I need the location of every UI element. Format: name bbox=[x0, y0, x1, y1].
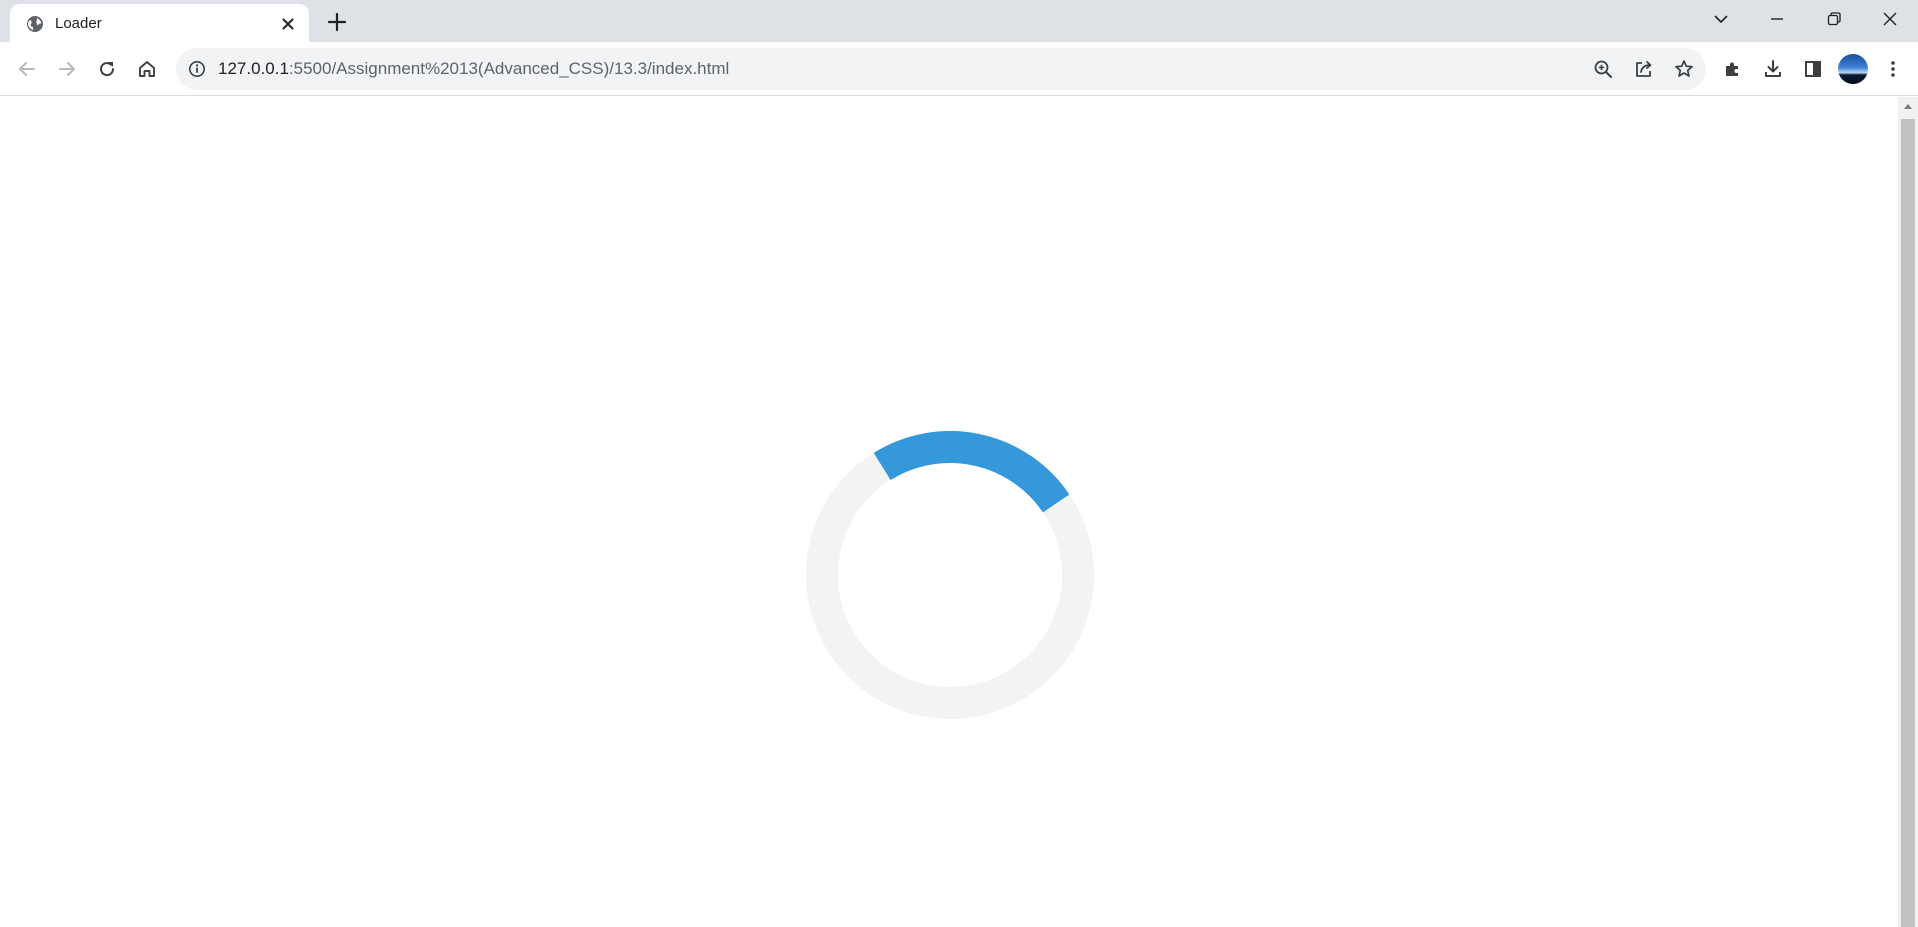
kebab-menu-icon[interactable] bbox=[1879, 55, 1907, 83]
zoom-in-icon[interactable] bbox=[1592, 58, 1614, 80]
page-viewport bbox=[0, 97, 1898, 927]
forward-button[interactable] bbox=[53, 55, 81, 83]
close-tab-icon[interactable] bbox=[277, 13, 299, 35]
download-icon[interactable] bbox=[1759, 55, 1787, 83]
puzzle-icon[interactable] bbox=[1719, 55, 1747, 83]
spinner-arc bbox=[873, 431, 1070, 513]
back-button[interactable] bbox=[13, 55, 41, 83]
restore-icon[interactable] bbox=[1806, 0, 1862, 38]
url-text: 127.0.0.1:5500/Assignment%2013(Advanced_… bbox=[218, 59, 729, 79]
profile-avatar[interactable] bbox=[1838, 54, 1868, 84]
reload-icon bbox=[100, 62, 115, 77]
tab-search-chevron-icon[interactable] bbox=[1693, 0, 1749, 38]
url-path: :5500/Assignment%2013(Advanced_CSS)/13.3… bbox=[288, 59, 730, 78]
new-tab-icon[interactable] bbox=[324, 9, 350, 35]
minimize-icon[interactable] bbox=[1749, 0, 1805, 38]
address-bar[interactable]: 127.0.0.1:5500/Assignment%2013(Advanced_… bbox=[176, 48, 1706, 90]
browser-toolbar: 127.0.0.1:5500/Assignment%2013(Advanced_… bbox=[0, 42, 1918, 96]
home-icon bbox=[139, 61, 155, 77]
loading-spinner bbox=[806, 431, 1094, 719]
tab-title: Loader bbox=[55, 15, 102, 32]
tab-strip: Loader bbox=[0, 0, 1918, 42]
reload-button[interactable] bbox=[93, 55, 121, 83]
globe-icon bbox=[26, 15, 44, 33]
side-panel-icon[interactable] bbox=[1799, 55, 1827, 83]
scrollbar-thumb[interactable] bbox=[1901, 119, 1915, 927]
arrow-right-icon bbox=[59, 62, 75, 76]
info-icon[interactable] bbox=[188, 60, 206, 78]
home-button[interactable] bbox=[133, 55, 161, 83]
scroll-up-arrow-icon[interactable] bbox=[1898, 97, 1918, 117]
browser-tab[interactable]: Loader bbox=[10, 4, 309, 42]
arrow-left-icon bbox=[19, 62, 35, 76]
vertical-scrollbar[interactable] bbox=[1898, 97, 1918, 927]
share-icon[interactable] bbox=[1633, 58, 1655, 80]
close-window-icon[interactable] bbox=[1862, 0, 1918, 38]
url-host: 127.0.0.1 bbox=[218, 59, 289, 78]
star-icon[interactable] bbox=[1673, 58, 1695, 80]
